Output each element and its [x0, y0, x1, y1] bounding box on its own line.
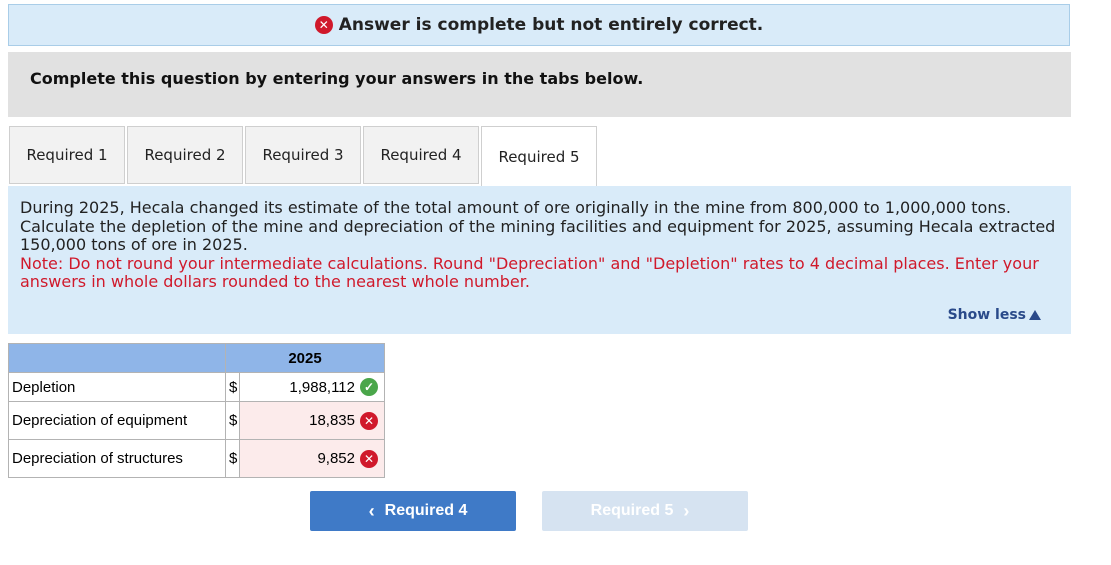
next-required-button[interactable]: Required 5 ›: [542, 491, 748, 531]
question-body: During 2025, Hecala changed its estimate…: [20, 198, 1056, 254]
question-panel: During 2025, Hecala changed its estimate…: [8, 186, 1071, 334]
currency-cell: $: [225, 401, 240, 440]
currency-cell: $: [225, 372, 240, 402]
tab-bar: Required 1 Required 2 Required 3 Require…: [9, 126, 599, 186]
depletion-input[interactable]: 1,988,112 ✓: [239, 372, 385, 402]
prev-button-label: Required 4: [384, 502, 468, 519]
tab-required-3[interactable]: Required 3: [245, 126, 361, 184]
result-banner: ✕ Answer is complete but not entirely co…: [8, 4, 1070, 46]
show-less-label: Show less: [947, 306, 1026, 323]
depreciation-equipment-input[interactable]: 18,835 ✕: [239, 401, 385, 440]
chevron-right-icon: ›: [683, 500, 690, 521]
year-header-text: 2025: [288, 349, 322, 367]
row-label: Depreciation of structures: [8, 439, 226, 478]
tab-required-4[interactable]: Required 4: [363, 126, 479, 184]
error-x-icon: ✕: [360, 449, 378, 468]
table-header-row: 2025: [8, 343, 385, 373]
tab-required-5[interactable]: Required 5: [481, 126, 597, 186]
question-note: Note: Do not round your intermediate cal…: [20, 253, 1039, 291]
show-less-link[interactable]: Show less: [948, 306, 1041, 325]
currency-cell: $: [225, 439, 240, 478]
chevron-left-icon: ‹: [368, 500, 375, 521]
row-label: Depletion: [8, 372, 226, 402]
depreciation-structures-input[interactable]: 9,852 ✕: [239, 439, 385, 478]
currency-symbol: $: [229, 450, 238, 467]
tab-required-1[interactable]: Required 1: [9, 126, 125, 184]
currency-symbol: $: [229, 378, 238, 396]
row-label: Depreciation of equipment: [8, 401, 226, 440]
result-banner-text: Answer is complete but not entirely corr…: [338, 15, 764, 35]
tab-label: Required 4: [380, 146, 462, 164]
instructions-text: Complete this question by entering your …: [30, 69, 644, 88]
amount-value: 9,852: [317, 450, 355, 467]
tab-label: Required 2: [144, 146, 226, 164]
check-icon: ✓: [360, 378, 378, 396]
currency-symbol: $: [229, 412, 238, 429]
triangle-up-icon: [1029, 309, 1041, 320]
year-header: 2025: [225, 343, 385, 373]
amount-value: 18,835: [309, 412, 355, 429]
next-button-label: Required 5: [590, 502, 674, 519]
answer-table: 2025 Depletion $ 1,988,112 ✓ Depreciatio…: [8, 343, 385, 478]
tab-label: Required 1: [26, 146, 108, 164]
tab-label: Required 3: [262, 146, 344, 164]
tab-required-2[interactable]: Required 2: [127, 126, 243, 184]
table-row: Depreciation of structures $ 9,852 ✕: [8, 439, 385, 478]
tab-label: Required 5: [498, 147, 580, 166]
error-x-icon: ✕: [360, 411, 378, 430]
instructions-panel: Complete this question by entering your …: [8, 52, 1071, 117]
table-row: Depletion $ 1,988,112 ✓: [8, 372, 385, 402]
table-row: Depreciation of equipment $ 18,835 ✕: [8, 401, 385, 440]
header-blank-cell: [8, 343, 226, 373]
error-x-icon: ✕: [314, 16, 333, 34]
prev-required-button[interactable]: ‹ Required 4: [310, 491, 516, 531]
amount-value: 1,988,112: [289, 378, 355, 396]
